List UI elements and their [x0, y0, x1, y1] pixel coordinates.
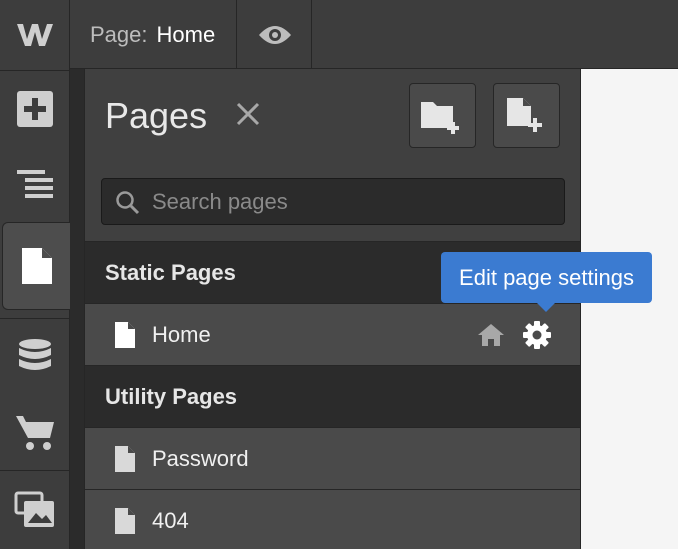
create-folder-button[interactable]	[409, 83, 476, 148]
database-icon	[19, 338, 51, 370]
page-row-password[interactable]: Password	[85, 427, 580, 489]
assets-button[interactable]	[0, 471, 70, 549]
page-name: Password	[152, 445, 249, 471]
section-utility-pages: Utility Pages	[85, 365, 580, 427]
home-icon	[478, 324, 504, 346]
search-pages-field[interactable]	[101, 178, 565, 225]
page-name: Home	[152, 321, 211, 347]
search-input[interactable]	[152, 179, 552, 224]
page-row-home[interactable]: Home	[85, 303, 580, 365]
gear-icon[interactable]	[522, 320, 552, 350]
ecommerce-button[interactable]	[0, 394, 70, 469]
preview-button[interactable]	[238, 0, 312, 69]
current-page-selector[interactable]: Page: Home	[90, 0, 215, 69]
webflow-logo-icon	[17, 24, 53, 46]
page-icon	[115, 322, 135, 348]
page-label-key: Page:	[90, 21, 148, 47]
page-label-value: Home	[156, 21, 216, 47]
left-toolbar	[0, 0, 70, 549]
panel-title: Pages	[105, 95, 208, 136]
close-icon	[236, 102, 260, 126]
add-elements-button[interactable]	[0, 71, 70, 146]
page-icon	[115, 508, 135, 534]
top-bar: Page: Home	[70, 0, 678, 69]
cart-icon	[16, 415, 54, 450]
close-panel-button[interactable]	[235, 101, 261, 127]
images-icon	[14, 491, 54, 527]
edit-page-settings-tooltip: Edit page settings	[441, 252, 652, 312]
plus-square-icon	[17, 90, 53, 127]
pages-button[interactable]	[2, 222, 70, 310]
search-icon	[116, 191, 140, 215]
navigator-button[interactable]	[0, 146, 70, 221]
eye-icon	[259, 25, 291, 44]
webflow-logo[interactable]	[0, 0, 70, 70]
create-page-button[interactable]	[493, 83, 560, 148]
page-plus-icon	[506, 97, 542, 132]
stacked-lines-icon	[17, 169, 53, 198]
pages-panel: Pages Static Pages Home	[84, 69, 581, 549]
folder-plus-icon	[420, 101, 459, 134]
page-icon	[21, 248, 52, 284]
page-row-404[interactable]: 404	[85, 489, 580, 549]
page-icon	[115, 446, 135, 472]
design-canvas[interactable]	[581, 69, 678, 549]
cms-button[interactable]	[0, 319, 70, 394]
page-name: 404	[152, 507, 189, 533]
